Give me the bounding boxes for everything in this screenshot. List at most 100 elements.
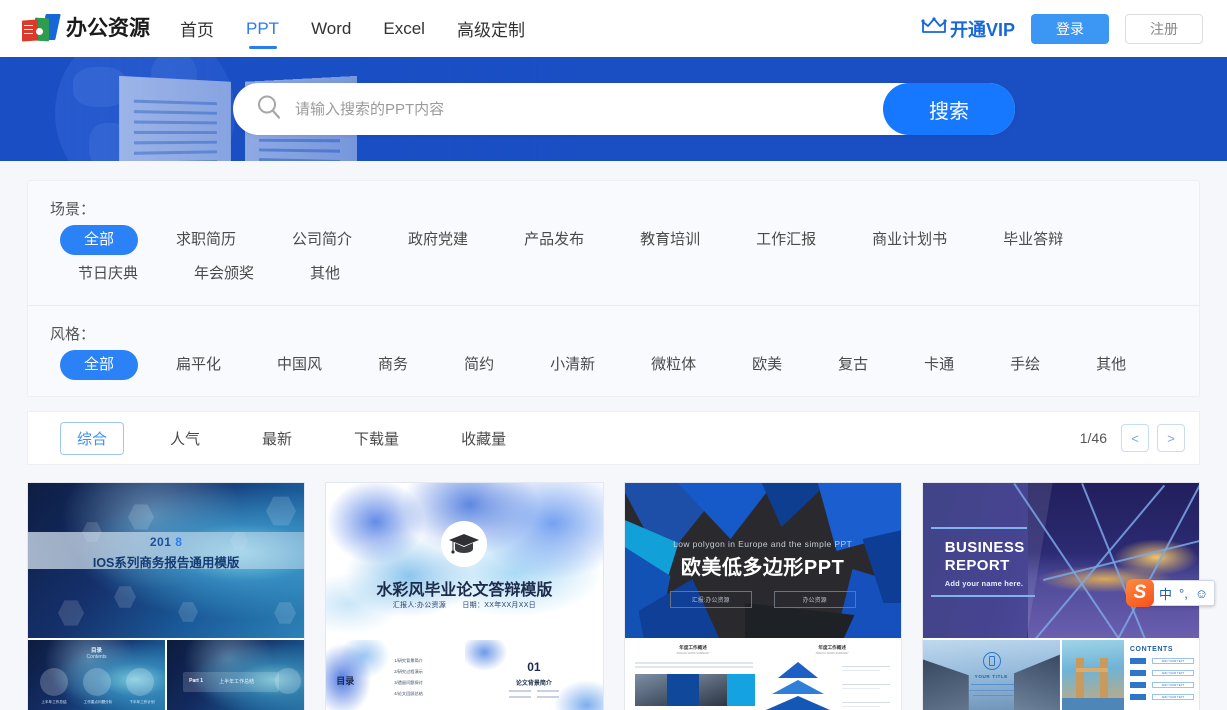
card1-sub1-item-1: 工作重点问题分析 [83, 700, 113, 704]
card2-sub2-number: 01 [527, 660, 541, 674]
pagination: 1/46 < > [1080, 424, 1185, 452]
prev-page-button[interactable]: < [1121, 424, 1149, 452]
template-thumbnail[interactable]: 201 8 IOS系列商务报告通用模版 [28, 483, 305, 638]
template-sub-thumbnail[interactable]: 01 论文背景简介 结果可以更标题 [465, 640, 603, 710]
register-button[interactable]: 注册 [1125, 13, 1203, 44]
style-tag-microparticle[interactable]: 微粒体 [633, 350, 714, 380]
style-tag-western[interactable]: 欧美 [734, 350, 800, 380]
scene-tag-resume[interactable]: 求职简历 [158, 225, 254, 255]
template-sub-thumbnail[interactable]: 年度工作概述 ANNUAL WORK SUMMARY 年度工作概述 [624, 640, 762, 710]
card2-sub1-item-3: 4/论文回顾总结 [394, 691, 423, 696]
card1-sub2-part: Part 1 [189, 678, 204, 684]
template-sub-thumbnails: YOUR TITLE CONTENTS ADD YOUR TEXT ADD YO… [922, 638, 1199, 710]
card1-sub1-title: 目录 [91, 648, 103, 654]
card4-subtitle: Add your name here. [944, 579, 1024, 588]
card2-sub1-title: 目录 [336, 676, 355, 686]
scene-tag-workreport[interactable]: 工作汇报 [738, 225, 834, 255]
card1-sub1-item-2: 下半年工作计划 [129, 700, 155, 704]
style-tag-chinese[interactable]: 中国风 [259, 350, 340, 380]
scene-tag-businessplan[interactable]: 商业计划书 [854, 225, 965, 255]
scene-tag-all[interactable]: 全部 [60, 225, 139, 255]
template-sub-thumbnail[interactable]: CONTENTS ADD YOUR TEXT ADD YOUR TEXT ADD… [1061, 640, 1199, 710]
style-tag-retro[interactable]: 复古 [820, 350, 886, 380]
card4-sub2-item-0: ADD YOUR TEXT [1151, 658, 1194, 664]
template-sub-thumbnails: 目录 Contents 上半年工作总结 工作重点问题分析 下半年工作计划 上半年… [28, 638, 305, 710]
template-sub-thumbnail[interactable]: YOUR TITLE [922, 640, 1060, 710]
filter-label-style: 风格： [50, 326, 96, 343]
card2-sub1-item-2: 3/遗留问题探讨 [394, 680, 423, 685]
card3-sub1-title-en: ANNUAL WORK SUMMARY [676, 652, 710, 655]
sort-bar: 综合 人气 最新 下载量 收藏量 1/46 < > [27, 411, 1200, 465]
scene-tag-government[interactable]: 政府党建 [390, 225, 486, 255]
template-sub-thumbnail[interactable]: Part 1 上半年工作总结 上半年工作总结 [167, 640, 305, 710]
nav-item-word[interactable]: Word [311, 0, 351, 57]
sort-option-favorites[interactable]: 收藏量 [445, 423, 522, 454]
card3-sub2-title-en: ANNUAL WORK SUMMARY [815, 652, 849, 655]
card4-title-line2: REPORT [944, 557, 1010, 574]
style-tag-cartoon[interactable]: 卡通 [906, 350, 972, 380]
nav-item-custom[interactable]: 高级定制 [457, 0, 525, 57]
scene-tag-company[interactable]: 公司简介 [274, 225, 370, 255]
card4-sub2-item-2: ADD YOUR TEXT [1151, 682, 1194, 688]
sort-option-newest[interactable]: 最新 [246, 423, 308, 454]
main-nav: 首页 PPT Word Excel 高级定制 [180, 0, 525, 57]
scene-tag-product[interactable]: 产品发布 [506, 225, 602, 255]
template-card[interactable]: Low polygon in Europe and the simple PPT… [623, 482, 902, 710]
style-tag-other[interactable]: 其他 [1078, 350, 1144, 380]
ime-mode-toggle[interactable]: 中 [1159, 584, 1172, 603]
template-sub-thumbnail[interactable]: 目录 1/研究背景简介 2/研究过程演示 3/遗留问题探讨 4/论文回顾总结 结… [326, 640, 464, 710]
template-thumbnail[interactable]: 水彩风毕业论文答辩模版 汇报人:办公资源 日期：XX年XX月XX日 [326, 483, 603, 638]
ime-emoji-button[interactable]: ☺ [1195, 586, 1208, 601]
template-sub-thumbnail[interactable]: 目录 Contents 上半年工作总结 工作重点问题分析 下半年工作计划 上半年… [28, 640, 166, 710]
sogou-logo-icon[interactable]: S [1126, 579, 1154, 607]
style-tag-handdrawn[interactable]: 手绘 [992, 350, 1058, 380]
search-bar: 搜索 [233, 83, 1015, 135]
ime-floating-bar[interactable]: S 中 °, ☺ [1126, 579, 1216, 607]
search-input[interactable] [295, 100, 883, 118]
scene-tag-annualaward[interactable]: 年会颁奖 [176, 259, 272, 289]
template-card[interactable]: 201 8 IOS系列商务报告通用模版 目录 Contents 上半年工作总结 … [27, 482, 306, 710]
template-grid: 201 8 IOS系列商务报告通用模版 目录 Contents 上半年工作总结 … [27, 482, 1200, 710]
sort-option-popularity[interactable]: 人气 [154, 423, 216, 454]
card4-sub2-item-3: ADD YOUR TEXT [1151, 694, 1194, 700]
scene-tag-thesis[interactable]: 毕业答辩 [985, 225, 1081, 255]
login-button[interactable]: 登录 [1031, 13, 1109, 44]
search-button[interactable]: 搜索 [883, 83, 1015, 135]
nav-item-ppt[interactable]: PPT [246, 0, 279, 57]
next-page-button[interactable]: > [1157, 424, 1185, 452]
card2-sub1-item-1: 2/研究过程演示 [394, 669, 423, 674]
filter-panel: 场景： 全部 求职简历 公司简介 政府党建 产品发布 教育培训 工作汇报 商业计… [27, 180, 1200, 397]
card3-title: 欧美低多边形PPT [680, 557, 845, 579]
vip-label: 开通VIP [949, 19, 1015, 40]
template-sub-thumbnail[interactable]: 年度工作概述 ANNUAL WORK SUMMARY 年度工作概述 [763, 640, 901, 710]
vip-link[interactable]: 开通VIP [921, 16, 1015, 42]
nav-item-home[interactable]: 首页 [180, 0, 214, 57]
sort-option-comprehensive[interactable]: 综合 [60, 421, 125, 455]
scene-tag-other[interactable]: 其他 [292, 259, 358, 289]
card1-sub1-title-en: Contents [86, 654, 107, 660]
style-tag-fresh[interactable]: 小清新 [532, 350, 613, 380]
card3-box-2: 办公资源 [773, 591, 856, 608]
card3-eyebrow: Low polygon in Europe and the simple PPT [673, 539, 853, 549]
template-card[interactable]: 水彩风毕业论文答辩模版 汇报人:办公资源 日期：XX年XX月XX日 目录 1/研… [325, 482, 604, 710]
card2-reporter: 汇报人:办公资源 [392, 602, 447, 609]
template-thumbnail[interactable]: Low polygon in Europe and the simple PPT… [624, 483, 901, 638]
scene-tag-education[interactable]: 教育培训 [622, 225, 718, 255]
sort-option-downloads[interactable]: 下载量 [338, 423, 415, 454]
site-logo[interactable]: 办公资源 [22, 13, 150, 44]
card1-year: 201 [149, 535, 172, 549]
header-actions: 开通VIP 登录 注册 [921, 13, 1203, 44]
style-tag-business[interactable]: 商务 [360, 350, 426, 380]
scene-tag-festival[interactable]: 节日庆典 [60, 259, 156, 289]
template-thumbnail[interactable]: BUSINESS REPORT Add your name here. [922, 483, 1199, 638]
ime-punctuation-toggle[interactable]: °, [1179, 586, 1188, 601]
search-icon [255, 93, 283, 126]
template-sub-thumbnails: 目录 1/研究背景简介 2/研究过程演示 3/遗留问题探讨 4/论文回顾总结 结… [326, 638, 603, 710]
nav-item-excel[interactable]: Excel [383, 0, 425, 57]
card1-sub2-label: 上半年工作总结 [219, 679, 255, 685]
style-tag-flat[interactable]: 扁平化 [158, 350, 239, 380]
card3-sub1-title: 年度工作概述 [679, 645, 707, 650]
card3-box-1: 汇报:办公资源 [669, 591, 752, 608]
style-tag-all[interactable]: 全部 [60, 350, 139, 380]
style-tag-simple[interactable]: 简约 [446, 350, 512, 380]
